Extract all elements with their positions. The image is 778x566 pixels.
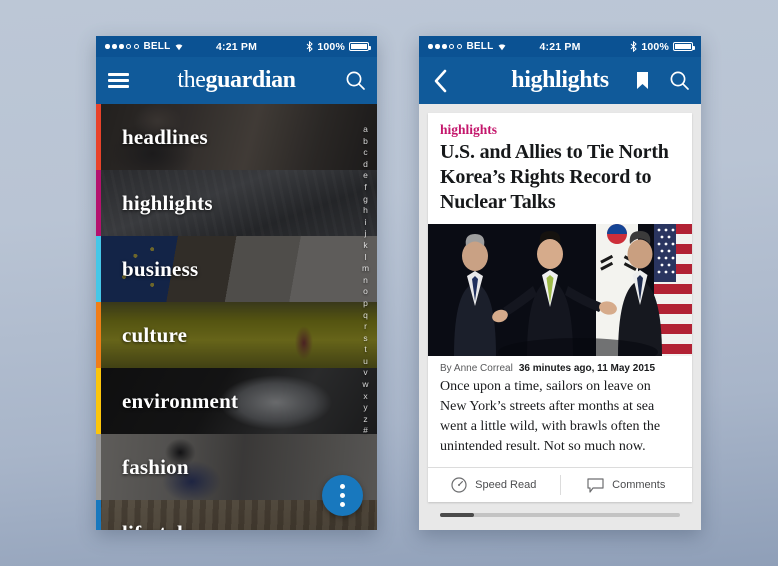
nav-right-right-phone: [627, 57, 701, 104]
bookmark-icon: [636, 71, 649, 90]
alphabet-index-letter[interactable]: s: [363, 333, 367, 345]
page-progress-track[interactable]: [440, 513, 680, 517]
speedometer-icon: [451, 477, 467, 493]
more-vertical-icon: [340, 484, 345, 489]
menu-item-culture[interactable]: culture: [96, 302, 377, 368]
byline-timestamp: 36 minutes ago, 11 May 2015: [518, 363, 656, 374]
alphabet-index-letter[interactable]: #: [363, 425, 368, 437]
back-button[interactable]: [419, 57, 463, 104]
article-byline: By Anne Correal 36 minutes ago, 11 May 2…: [428, 356, 692, 377]
article-kicker[interactable]: highlights: [428, 113, 692, 140]
phone-left: BELL 4:21 PM 100% theguardian headlines …: [96, 36, 377, 530]
menu-item-color-bar: [96, 302, 101, 368]
alphabet-index-letter[interactable]: n: [363, 275, 368, 287]
alphabet-index-letter[interactable]: c: [363, 147, 367, 159]
menu-item-environment[interactable]: environment: [96, 368, 377, 434]
menu-item-label: fashion: [122, 454, 189, 479]
alphabet-index-letter[interactable]: f: [364, 182, 366, 194]
menu-item-label: environment: [122, 388, 239, 413]
alphabet-index-letter[interactable]: z: [363, 414, 367, 426]
brand-the: the: [177, 67, 206, 93]
menu-item-color-bar: [96, 434, 101, 500]
status-bar-right: BELL 4:21 PM 100%: [419, 36, 701, 57]
alphabet-index-letter[interactable]: w: [362, 379, 368, 391]
menu-item-color-bar: [96, 170, 101, 236]
alphabet-index-letter[interactable]: j: [365, 228, 367, 240]
chevron-left-icon: [433, 69, 449, 93]
menu-item-label: business: [122, 256, 199, 281]
battery-percent-label: 100%: [641, 40, 669, 53]
nav-bar-left: theguardian: [96, 57, 377, 104]
battery-full-icon: [673, 42, 695, 51]
alphabet-index-letter[interactable]: h: [363, 205, 368, 217]
brand-guardian: guardian: [205, 67, 296, 93]
article-body: Once upon a time, sailors on leave on Ne…: [440, 379, 661, 454]
menu-item-label: highlights: [122, 190, 213, 215]
alphabet-index-letter[interactable]: t: [364, 344, 366, 356]
menu-item-highlights[interactable]: highlights: [96, 170, 377, 236]
alphabet-index-letter[interactable]: d: [363, 159, 368, 171]
article-card[interactable]: highlights U.S. and Allies to Tie North …: [428, 113, 692, 502]
search-icon: [345, 70, 366, 91]
search-button[interactable]: [333, 57, 377, 104]
menu-item-business[interactable]: business: [96, 236, 377, 302]
menu-item-headlines[interactable]: headlines: [96, 104, 377, 170]
search-button[interactable]: [657, 57, 701, 104]
phone-right: BELL 4:21 PM 100% highlights highlights …: [419, 36, 701, 530]
alphabet-index-letter[interactable]: o: [363, 286, 368, 298]
alphabet-index-letter[interactable]: x: [363, 391, 367, 403]
section-menu-list[interactable]: headlines highlights business culture enviro…: [96, 104, 377, 530]
battery-percent-label: 100%: [317, 40, 345, 53]
alphabet-index-letter[interactable]: r: [364, 321, 367, 333]
menu-item-label: headlines: [122, 124, 208, 149]
alphabet-index-letter[interactable]: p: [363, 298, 368, 310]
article-headline[interactable]: U.S. and Allies to Tie North Korea’s Rig…: [428, 140, 692, 224]
bookmark-button[interactable]: [627, 57, 657, 104]
status-right-group: 100%: [630, 41, 701, 53]
article-photo[interactable]: [428, 224, 692, 356]
byline-author: By Anne Correal: [440, 363, 513, 374]
menu-item-label: culture: [122, 322, 188, 347]
alphabet-index-letter[interactable]: a: [363, 124, 368, 136]
status-right-group: 100%: [306, 41, 377, 53]
comments-label: Comments: [612, 479, 666, 491]
article-actions: Speed Read Comments: [428, 467, 692, 502]
more-options-fab[interactable]: [322, 475, 363, 516]
alphabet-index-letter[interactable]: g: [363, 194, 368, 206]
alphabet-index-letter[interactable]: k: [363, 240, 367, 252]
alphabet-index-letter[interactable]: b: [363, 136, 368, 148]
menu-item-color-bar: [96, 500, 101, 530]
status-bar-left: BELL 4:21 PM 100%: [96, 36, 377, 57]
comments-button[interactable]: Comments: [561, 468, 693, 502]
alphabet-index-letter[interactable]: i: [365, 217, 367, 229]
menu-item-color-bar: [96, 368, 101, 434]
nav-bar-right: highlights: [419, 57, 701, 104]
hamburger-icon: [107, 73, 129, 88]
alphabet-index-letter[interactable]: m: [362, 263, 369, 275]
article-scroll-area[interactable]: highlights U.S. and Allies to Tie North …: [419, 104, 701, 521]
bluetooth-icon: [306, 41, 314, 52]
alphabet-index[interactable]: a b c d e f g h i j k l m n o p q r s t u v w x y z #: [359, 124, 372, 437]
battery-full-icon: [349, 42, 371, 51]
alphabet-index-letter[interactable]: q: [363, 310, 368, 322]
speed-read-label: Speed Read: [475, 479, 537, 491]
alphabet-index-letter[interactable]: e: [363, 170, 368, 182]
alphabet-index-letter[interactable]: y: [363, 402, 367, 414]
bluetooth-icon: [630, 41, 638, 52]
three-diplomats-photo: [428, 224, 692, 356]
menu-item-color-bar: [96, 104, 101, 170]
menu-button[interactable]: [96, 57, 140, 104]
nav-right-left-phone: [333, 57, 377, 104]
menu-item-color-bar: [96, 236, 101, 302]
speed-read-button[interactable]: Speed Read: [428, 468, 560, 502]
page-progress[interactable]: [428, 502, 692, 517]
page-progress-thumb[interactable]: [440, 513, 474, 517]
alphabet-index-letter[interactable]: l: [365, 252, 367, 264]
comment-bubble-icon: [587, 477, 604, 493]
search-icon: [669, 70, 690, 91]
menu-item-label: lifestyle: [122, 521, 193, 531]
alphabet-index-letter[interactable]: v: [363, 367, 367, 379]
alphabet-index-letter[interactable]: u: [363, 356, 368, 368]
